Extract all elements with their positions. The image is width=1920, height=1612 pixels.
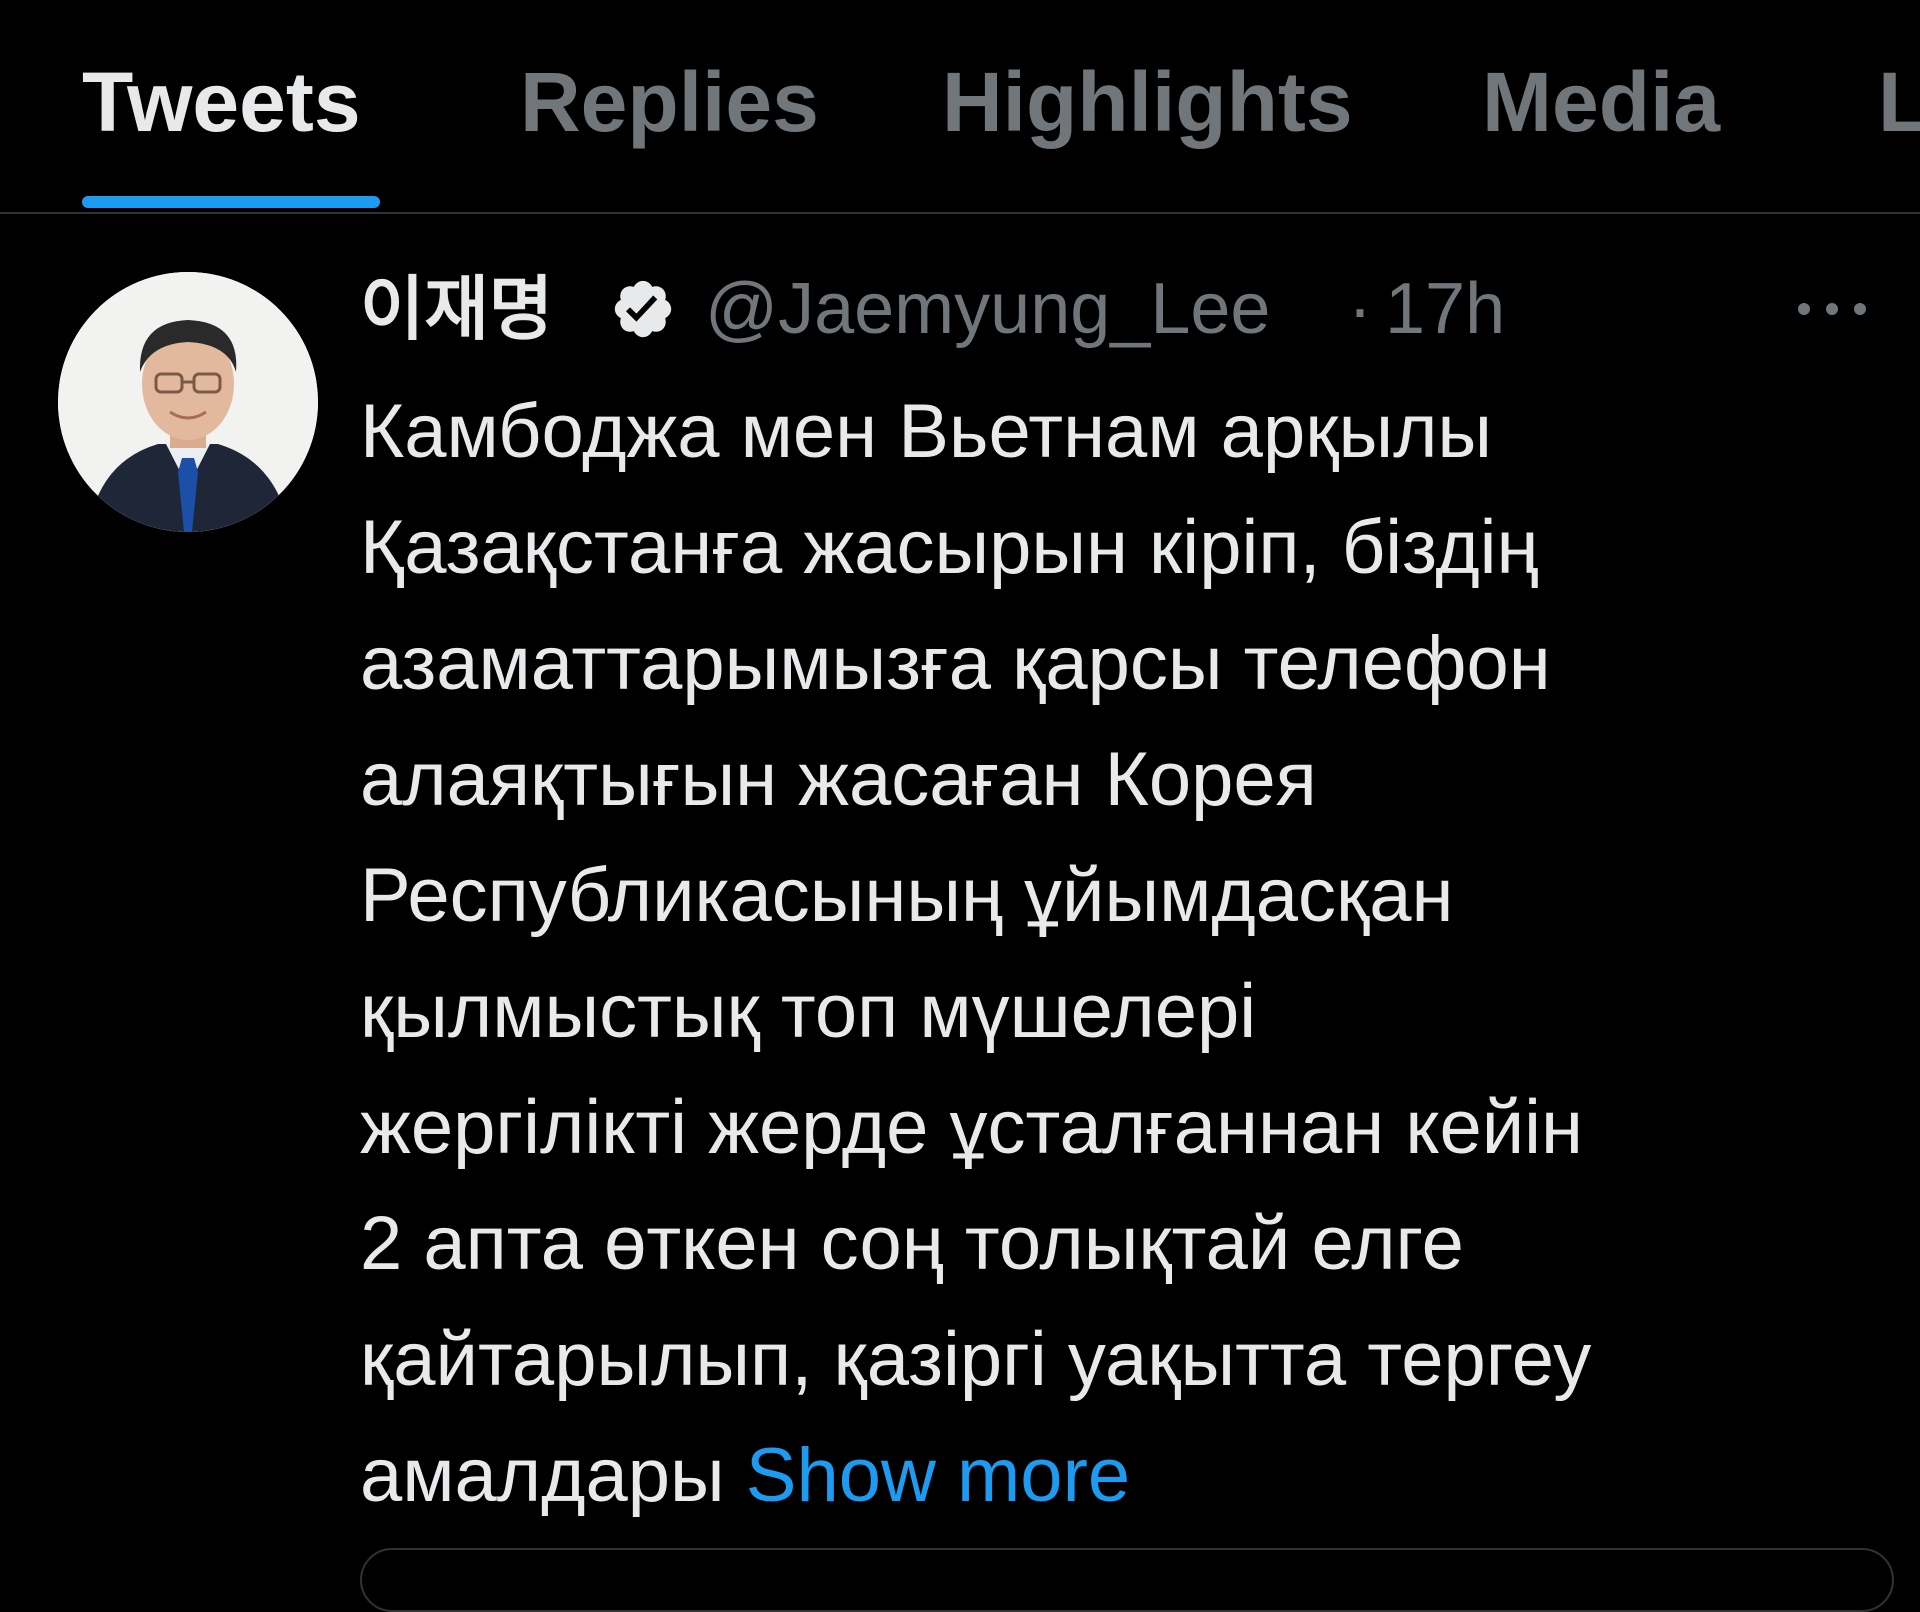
tab-tweets[interactable]: Tweets — [82, 56, 361, 148]
tweet-text-line: қайтарылып, қазіргі уақытта тергеу — [360, 1317, 1592, 1402]
tab-replies[interactable]: Replies — [520, 56, 819, 148]
tweet-timestamp[interactable]: 17h — [1385, 264, 1505, 354]
media-card-edge[interactable] — [360, 1548, 1894, 1612]
show-more-link[interactable]: Show more — [746, 1433, 1130, 1518]
tab-media[interactable]: Media — [1482, 56, 1720, 148]
tweet-text-line: қылмыстық топ мүшелері — [360, 969, 1257, 1054]
tweet-text-line: Қазақстанға жасырын кіріп, біздің — [360, 505, 1539, 590]
verified-badge-icon — [610, 276, 676, 342]
avatar[interactable] — [58, 272, 318, 532]
more-horizontal-icon[interactable] — [1792, 294, 1872, 324]
tweet-text-line: жергілікті жерде ұсталғаннан кейін — [360, 1085, 1584, 1170]
active-tab-indicator — [82, 196, 380, 208]
author-display-name[interactable]: 이재명 — [360, 264, 553, 354]
tweet[interactable]: 이재명 @Jaemyung_Lee · 17h Камбоджа мен Вье… — [0, 214, 1920, 1612]
tweet-text-line: алаяқтығын жасаған Корея — [360, 737, 1317, 822]
author-handle[interactable]: @Jaemyung_Lee — [705, 264, 1270, 354]
tweet-text-line: Камбоджа мен Вьетнам арқылы — [360, 389, 1493, 474]
meta-separator: · — [1348, 269, 1372, 349]
tweet-text-line: Республикасының ұйымдасқан — [360, 853, 1454, 938]
tweet-header: 이재명 @Jaemyung_Lee · 17h — [360, 264, 1866, 354]
avatar-portrait-image — [58, 272, 318, 532]
profile-tab-bar: Tweets Replies Highlights Media L — [0, 0, 1920, 214]
tweet-text-line: азаматтарымызға қарсы телефон — [360, 621, 1551, 706]
tab-likes[interactable]: L — [1878, 56, 1920, 148]
tweet-text-tail: амалдары — [360, 1433, 725, 1518]
tab-highlights[interactable]: Highlights — [942, 56, 1353, 148]
tweet-text-last-line: амалдары Show more — [360, 1418, 1900, 1534]
tweet-text: Камбоджа мен Вьетнам арқылы Қазақстанға … — [360, 374, 1900, 1534]
tweet-text-line: 2 апта өткен соң толықтай елге — [360, 1201, 1464, 1286]
